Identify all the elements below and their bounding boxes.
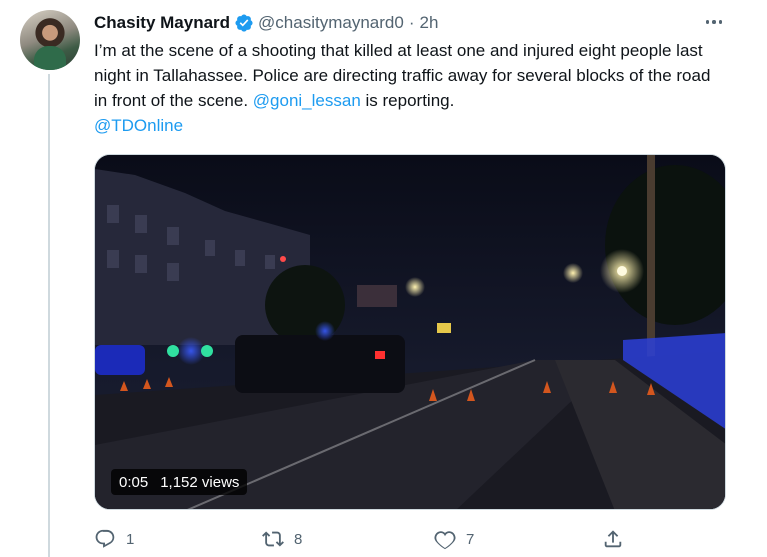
tweet-header: Chasity Maynard @chasitymaynard0 · 2h [94, 12, 438, 34]
like-icon [434, 531, 456, 550]
author-name[interactable]: Chasity Maynard [94, 13, 230, 33]
tweet-actions: 1 8 7 [94, 526, 634, 552]
video-views: 1,152 views [160, 473, 240, 491]
share-button[interactable] [602, 526, 624, 552]
like-count: 7 [466, 530, 475, 548]
author-handle[interactable]: @chasitymaynard0 [258, 13, 404, 33]
share-icon [604, 530, 622, 548]
retweet-icon [262, 531, 284, 547]
tweet-text: I’m at the scene of a shooting that kill… [94, 38, 714, 138]
tweet-body-continued: is reporting. [365, 91, 455, 110]
avatar[interactable] [20, 10, 80, 70]
verified-badge-icon [235, 14, 253, 32]
thread-line [48, 74, 50, 557]
video-duration: 0:05 [119, 473, 149, 491]
video-player[interactable]: 0:05 1,152 views [94, 154, 726, 510]
avatar-figure [34, 46, 66, 70]
retweet-count: 8 [294, 530, 303, 548]
reply-count: 1 [126, 530, 135, 548]
reply-icon [95, 529, 115, 548]
retweet-button[interactable]: 8 [262, 526, 302, 552]
mention-link-goni-lessan[interactable]: @goni_lessan [253, 91, 361, 110]
mention-link-tdonline[interactable]: @TDOnline [94, 116, 183, 135]
reply-button[interactable]: 1 [94, 526, 134, 552]
video-info-badge: 0:05 1,152 views [111, 469, 248, 495]
tweet-timestamp[interactable]: 2h [419, 13, 438, 33]
separator-dot: · [408, 13, 415, 32]
like-button[interactable]: 7 [434, 526, 474, 552]
video-frame [95, 155, 725, 509]
more-icon[interactable] [700, 12, 728, 32]
